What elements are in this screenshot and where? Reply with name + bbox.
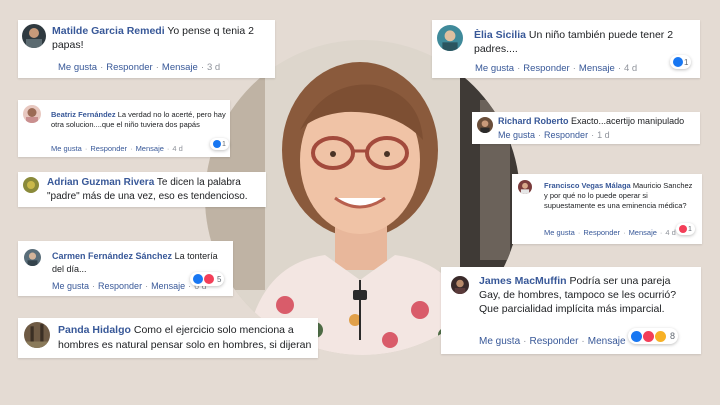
comment-adrian: Adrian Guzman Rivera Te dicen la palabra… xyxy=(18,172,266,207)
avatar[interactable] xyxy=(437,25,463,51)
commenter-name[interactable]: Matilde Garcia Remedi xyxy=(52,25,165,37)
message-link[interactable]: Mensaje xyxy=(588,336,626,347)
commenter-name[interactable]: Èlia Sicilia xyxy=(474,29,526,41)
reply-link[interactable]: Responder xyxy=(583,228,620,237)
love-reaction-icon xyxy=(643,330,654,342)
avatar[interactable] xyxy=(24,322,50,348)
reaction-count[interactable]: 1 xyxy=(210,138,229,150)
like-link[interactable]: Me gusta xyxy=(544,228,575,237)
like-link[interactable]: Me gusta xyxy=(475,63,514,74)
like-link[interactable]: Me gusta xyxy=(479,336,520,347)
reaction-count[interactable]: 5 xyxy=(190,272,225,286)
message-link[interactable]: Mensaje xyxy=(579,63,615,74)
commenter-name[interactable]: Richard Roberto xyxy=(498,116,569,126)
comment-richard: Richard Roberto Exacto...acertijo manipu… xyxy=(472,112,700,144)
comment-carmen: Carmen Fernández Sánchez La tontería del… xyxy=(18,241,233,296)
commenter-name[interactable]: Carmen Fernández Sánchez xyxy=(52,251,172,261)
comment-francisco: Francisco Vegas Málaga Mauricio Sanchez … xyxy=(512,174,702,244)
love-reaction-icon xyxy=(679,225,687,233)
comment-text: Exacto...acertijo manipulado xyxy=(571,116,685,126)
haha-reaction-icon xyxy=(655,330,666,342)
like-link[interactable]: Me gusta xyxy=(51,144,82,153)
like-reaction-icon xyxy=(631,330,642,342)
commenter-name[interactable]: Panda Hidalgo xyxy=(58,324,131,336)
message-link[interactable]: Mensaje xyxy=(162,62,198,73)
commenter-name[interactable]: Francisco Vegas Málaga xyxy=(544,181,631,190)
avatar[interactable] xyxy=(24,249,41,266)
comment-time[interactable]: 3 d xyxy=(207,62,220,73)
comment-panda: Panda Hidalgo Como el ejercicio solo men… xyxy=(18,318,318,358)
like-reaction-icon xyxy=(673,57,683,67)
reply-link[interactable]: Responder xyxy=(523,63,569,74)
reply-link[interactable]: Responder xyxy=(544,130,588,140)
avatar[interactable] xyxy=(23,177,39,193)
like-reaction-icon xyxy=(213,140,221,148)
comment-elia: Èlia Sicilia Un niño también puede tener… xyxy=(432,20,700,78)
reply-link[interactable]: Responder xyxy=(529,336,578,347)
reply-link[interactable]: Responder xyxy=(90,144,127,153)
message-link[interactable]: Mensaje xyxy=(629,228,657,237)
reply-link[interactable]: Responder xyxy=(106,62,152,73)
reply-link[interactable]: Responder xyxy=(98,281,142,291)
reaction-count[interactable]: 8 xyxy=(628,328,679,344)
comment-time[interactable]: 4 d xyxy=(624,63,637,74)
comment-james: James MacMuffin Podría ser una pareja Ga… xyxy=(441,267,701,354)
avatar[interactable] xyxy=(22,24,46,48)
message-link[interactable]: Mensaje xyxy=(151,281,185,291)
commenter-name[interactable]: Beatriz Fernández xyxy=(51,110,116,119)
like-link[interactable]: Me gusta xyxy=(58,62,97,73)
reaction-count[interactable]: 1 xyxy=(676,223,695,235)
like-reaction-icon xyxy=(193,274,203,284)
reaction-count[interactable]: 1 xyxy=(670,55,692,69)
avatar[interactable] xyxy=(451,276,469,294)
commenter-name[interactable]: James MacMuffin xyxy=(479,275,567,287)
comment-matilde: Matilde Garcia Remedi Yo pense q tenia 2… xyxy=(18,20,275,78)
comment-time[interactable]: 4 d xyxy=(665,228,675,237)
comment-time[interactable]: 4 d xyxy=(172,144,182,153)
commenter-name[interactable]: Adrian Guzman Rivera xyxy=(47,177,154,188)
love-reaction-icon xyxy=(204,274,214,284)
avatar[interactable] xyxy=(518,180,532,194)
like-link[interactable]: Me gusta xyxy=(498,130,535,140)
avatar[interactable] xyxy=(23,105,41,123)
like-link[interactable]: Me gusta xyxy=(52,281,89,291)
comment-time[interactable]: 1 d xyxy=(597,130,610,140)
comment-beatriz: Beatriz Fernández La verdad no lo acerté… xyxy=(18,100,230,157)
message-link[interactable]: Mensaje xyxy=(136,144,164,153)
avatar[interactable] xyxy=(477,117,493,133)
